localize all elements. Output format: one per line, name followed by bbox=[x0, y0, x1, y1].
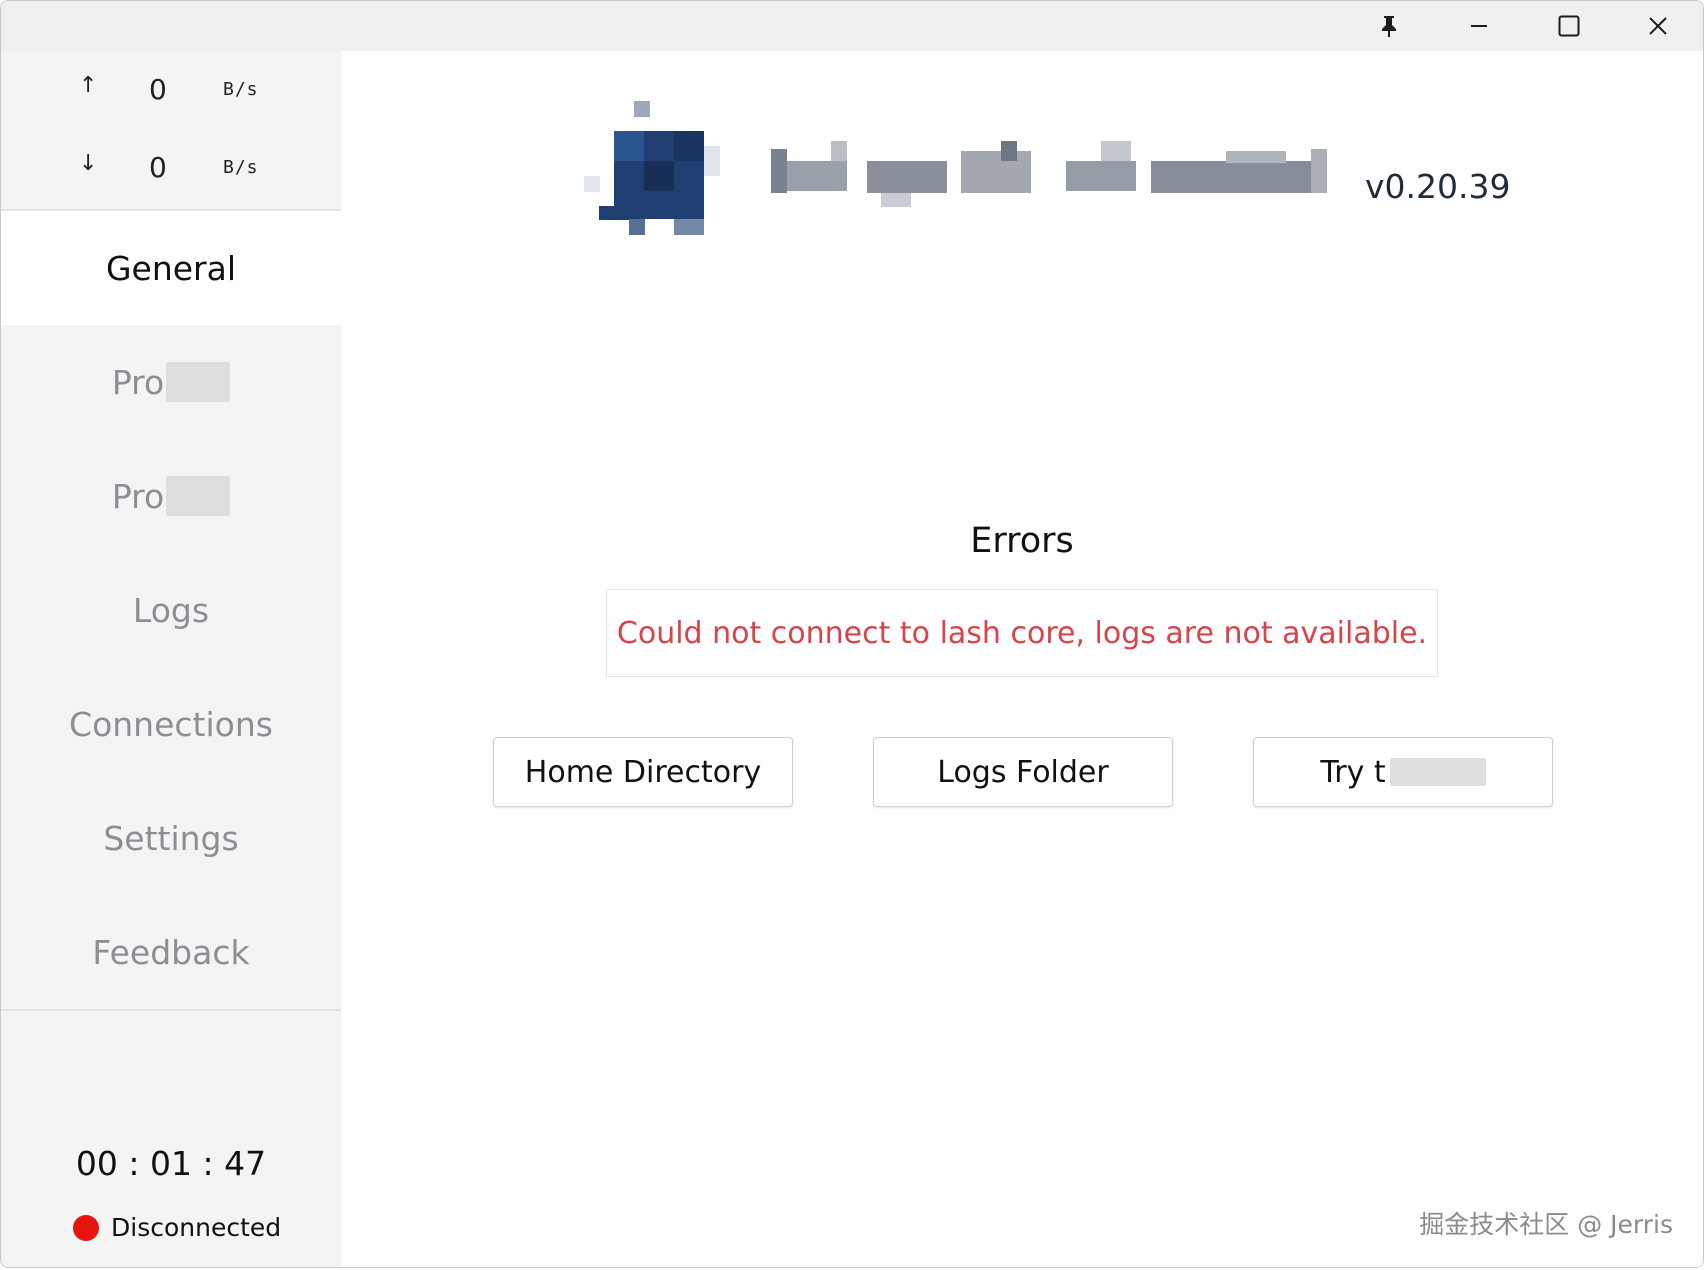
upload-unit: B/s bbox=[223, 79, 259, 100]
sidebar-item-connections[interactable]: Connections bbox=[1, 667, 341, 781]
main-content: v0.20.39 Errors Could not connect to las… bbox=[341, 51, 1703, 1267]
error-message-box: Could not connect to lash core, logs are… bbox=[606, 589, 1438, 677]
sidebar-item-proxies[interactable]: Pro bbox=[1, 325, 341, 439]
sidebar-item-profiles[interactable]: Pro bbox=[1, 439, 341, 553]
sidebar-item-label: Feedback bbox=[92, 932, 250, 972]
status-label: Disconnected bbox=[111, 1213, 282, 1242]
title-bar bbox=[1, 1, 1703, 51]
upload-row: ↑ 0 B/s bbox=[1, 73, 341, 113]
sidebar-nav: General Pro Pro Logs Connections Setting… bbox=[1, 211, 341, 1009]
button-label: Logs Folder bbox=[937, 754, 1109, 790]
error-message: Could not connect to lash core, logs are… bbox=[616, 615, 1428, 651]
pin-icon bbox=[1378, 14, 1400, 38]
minimize-icon bbox=[1471, 24, 1487, 28]
home-directory-button[interactable]: Home Directory bbox=[493, 737, 793, 807]
status-dot-icon bbox=[73, 1214, 99, 1241]
app-window: ↑ 0 B/s ↓ 0 B/s General Pro Pro Logs Con… bbox=[0, 0, 1704, 1268]
app-version: v0.20.39 bbox=[1365, 167, 1511, 206]
maximize-icon bbox=[1558, 15, 1580, 37]
download-row: ↓ 0 B/s bbox=[1, 151, 341, 191]
sidebar-item-settings[interactable]: Settings bbox=[1, 781, 341, 895]
redacted-text bbox=[166, 476, 231, 516]
close-icon bbox=[1648, 16, 1668, 36]
sidebar-item-general[interactable]: General bbox=[1, 211, 341, 325]
redacted-text bbox=[166, 362, 231, 402]
sidebar-item-logs[interactable]: Logs bbox=[1, 553, 341, 667]
sidebar-item-label: Connections bbox=[69, 704, 273, 744]
sidebar-divider bbox=[1, 1009, 341, 1011]
minimize-button[interactable] bbox=[1434, 1, 1524, 51]
logs-folder-button[interactable]: Logs Folder bbox=[873, 737, 1173, 807]
close-button[interactable] bbox=[1613, 1, 1703, 51]
download-value: 0 bbox=[149, 151, 167, 184]
sidebar-item-label: Logs bbox=[132, 590, 210, 630]
sidebar-item-label: Settings bbox=[103, 818, 239, 858]
button-label: Home Directory bbox=[524, 754, 762, 790]
download-unit: B/s bbox=[223, 157, 259, 178]
sidebar-item-label: General bbox=[105, 248, 237, 288]
button-label: Try t bbox=[1320, 754, 1386, 790]
pin-button[interactable] bbox=[1344, 1, 1434, 51]
connection-status: Disconnected bbox=[73, 1213, 281, 1242]
maximize-button[interactable] bbox=[1524, 1, 1614, 51]
try-button[interactable]: Try t bbox=[1253, 737, 1553, 807]
errors-heading: Errors bbox=[970, 521, 1074, 561]
sidebar-item-label: Pro bbox=[111, 362, 165, 402]
sidebar: ↑ 0 B/s ↓ 0 B/s General Pro Pro Logs Con… bbox=[1, 51, 341, 1267]
uptime-timer: 00 : 01 : 47 bbox=[75, 1144, 267, 1183]
watermark-text: 掘金技术社区 @ Jerris bbox=[1419, 1210, 1673, 1239]
sidebar-item-feedback[interactable]: Feedback bbox=[1, 895, 341, 1009]
download-arrow-icon: ↓ bbox=[79, 151, 98, 176]
app-logo bbox=[584, 101, 724, 255]
upload-arrow-icon: ↑ bbox=[79, 73, 98, 98]
app-title-redacted bbox=[771, 131, 1351, 215]
upload-value: 0 bbox=[149, 73, 167, 106]
redacted-text bbox=[1389, 758, 1486, 786]
sidebar-item-label: Pro bbox=[111, 476, 165, 516]
traffic-panel: ↑ 0 B/s ↓ 0 B/s bbox=[1, 51, 341, 211]
